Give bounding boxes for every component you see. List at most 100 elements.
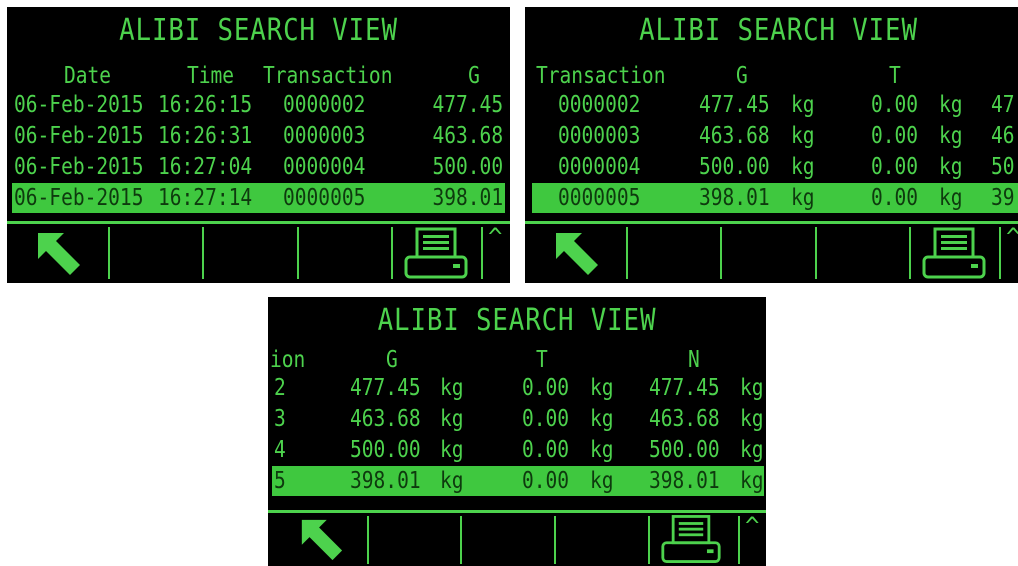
cell-g-unit: kg: [440, 437, 464, 463]
printer-icon[interactable]: [403, 227, 469, 283]
softkey-separator: [648, 516, 650, 564]
cell-g-unit: kg: [791, 185, 815, 211]
cell-transaction: 0000005: [558, 185, 641, 211]
cell-g: 500.00: [350, 437, 421, 463]
cell-g: 477.45: [350, 375, 421, 401]
cell-t-unit: kg: [590, 437, 614, 463]
cell-transaction: 2: [274, 375, 286, 401]
cell-date: 06-Feb-2015: [14, 185, 144, 211]
cell-t: 0.00: [522, 406, 570, 432]
table-row[interactable]: 2 477.45 kg 0.00 kg 477.45 kg: [268, 373, 766, 403]
softkey-separator: [815, 227, 817, 279]
header-t: T: [889, 63, 901, 89]
cell-n-clipped: 46: [991, 123, 1015, 149]
cell-transaction: 3: [274, 406, 286, 432]
header-transaction: ion: [270, 347, 306, 373]
cell-transaction: 0000002: [558, 92, 641, 118]
cell-n-clipped: 47: [991, 92, 1015, 118]
cell-time: 16:26:31: [158, 123, 253, 149]
cell-transaction: 0000003: [558, 123, 641, 149]
header-g: G: [468, 63, 480, 89]
column-header-row: Transaction G T: [525, 62, 1018, 92]
table-row[interactable]: 06-Feb-2015 16:26:15 0000002 477.45: [7, 90, 510, 120]
cell-g: 398.01: [432, 185, 503, 211]
cell-n: 477.45: [649, 375, 720, 401]
cell-t: 0.00: [871, 123, 919, 149]
cell-g: 463.68: [699, 123, 770, 149]
cell-transaction: 5: [274, 468, 286, 494]
printer-icon[interactable]: [660, 514, 722, 566]
alibi-screen-gross-tare-net: ALIBI SEARCH VIEW ion G T N 2 477.45 kg …: [268, 297, 766, 566]
cell-t: 0.00: [871, 154, 919, 180]
table-row[interactable]: 0000004 500.00 kg 0.00 kg 50: [525, 152, 1018, 182]
caret-up-icon[interactable]: ^: [488, 223, 502, 251]
table-row[interactable]: 0000003 463.68 kg 0.00 kg 46: [525, 121, 1018, 151]
header-time: Time: [187, 63, 235, 89]
cell-t: 0.00: [522, 437, 570, 463]
cell-n-unit: kg: [740, 406, 764, 432]
cell-date: 06-Feb-2015: [14, 123, 144, 149]
cell-g-unit: kg: [791, 92, 815, 118]
table-row[interactable]: 4 500.00 kg 0.00 kg 500.00 kg: [268, 435, 766, 465]
cell-g: 477.45: [699, 92, 770, 118]
cell-g: 500.00: [699, 154, 770, 180]
arrow-up-left-icon[interactable]: [552, 229, 600, 281]
softkey-separator: [460, 516, 462, 564]
cell-g: 463.68: [350, 406, 421, 432]
header-g: G: [386, 347, 398, 373]
softkey-separator: [202, 227, 204, 279]
cell-date: 06-Feb-2015: [14, 92, 144, 118]
cell-t-unit: kg: [590, 468, 614, 494]
caret-up-icon[interactable]: ^: [1006, 223, 1018, 251]
cell-g-unit: kg: [791, 154, 815, 180]
softkey-bar: ^: [7, 221, 510, 283]
cell-t-unit: kg: [939, 185, 963, 211]
softkey-separator: [554, 516, 556, 564]
table-row-selected[interactable]: 06-Feb-2015 16:27:14 0000005 398.01: [12, 183, 505, 213]
cell-t-unit: kg: [939, 154, 963, 180]
cell-n-clipped: 39: [991, 185, 1015, 211]
table-row[interactable]: 3 463.68 kg 0.00 kg 463.68 kg: [268, 404, 766, 434]
cell-time: 16:27:04: [158, 154, 253, 180]
header-date: Date: [64, 63, 112, 89]
cell-date: 06-Feb-2015: [14, 154, 144, 180]
arrow-up-left-icon[interactable]: [34, 229, 82, 281]
table-row-selected[interactable]: 5 398.01 kg 0.00 kg 398.01 kg: [272, 466, 764, 496]
cell-n: 398.01: [649, 468, 720, 494]
arrow-up-left-icon[interactable]: [298, 516, 344, 566]
cell-time: 16:26:15: [158, 92, 253, 118]
cell-transaction: 0000004: [283, 154, 366, 180]
cell-g: 477.45: [432, 92, 503, 118]
cell-n: 500.00: [649, 437, 720, 463]
table-row[interactable]: 0000002 477.45 kg 0.00 kg 47: [525, 90, 1018, 120]
cell-time: 16:27:14: [158, 185, 253, 211]
cell-n-unit: kg: [740, 468, 764, 494]
cell-t-unit: kg: [590, 406, 614, 432]
screen-title: ALIBI SEARCH VIEW: [119, 13, 398, 48]
column-header-row: Date Time Transaction G: [7, 62, 510, 92]
alibi-screen-date-time: ALIBI SEARCH VIEW Date Time Transaction …: [7, 7, 510, 283]
cell-g: 398.01: [350, 468, 421, 494]
printer-icon[interactable]: [921, 227, 987, 283]
cell-n-clipped: 50: [991, 154, 1015, 180]
cell-t: 0.00: [871, 92, 919, 118]
table-row[interactable]: 06-Feb-2015 16:27:04 0000004 500.00: [7, 152, 510, 182]
column-header-row: ion G T N: [268, 346, 766, 376]
header-n: N: [688, 347, 700, 373]
screen-title: ALIBI SEARCH VIEW: [377, 303, 657, 338]
softkey-separator: [391, 227, 393, 279]
cell-t-unit: kg: [939, 92, 963, 118]
cell-transaction: 0000005: [283, 185, 366, 211]
softkey-separator: [367, 516, 369, 564]
softkey-separator: [720, 227, 722, 279]
cell-g-unit: kg: [440, 406, 464, 432]
softkey-separator: [108, 227, 110, 279]
cell-g: 398.01: [699, 185, 770, 211]
header-g: G: [736, 63, 748, 89]
caret-up-icon[interactable]: ^: [745, 512, 759, 540]
table-row[interactable]: 06-Feb-2015 16:26:31 0000003 463.68: [7, 121, 510, 151]
softkey-separator: [297, 227, 299, 279]
table-row-selected[interactable]: 0000005 398.01 kg 0.00 kg 39: [532, 183, 1018, 213]
cell-g: 463.68: [432, 123, 503, 149]
cell-g-unit: kg: [440, 375, 464, 401]
